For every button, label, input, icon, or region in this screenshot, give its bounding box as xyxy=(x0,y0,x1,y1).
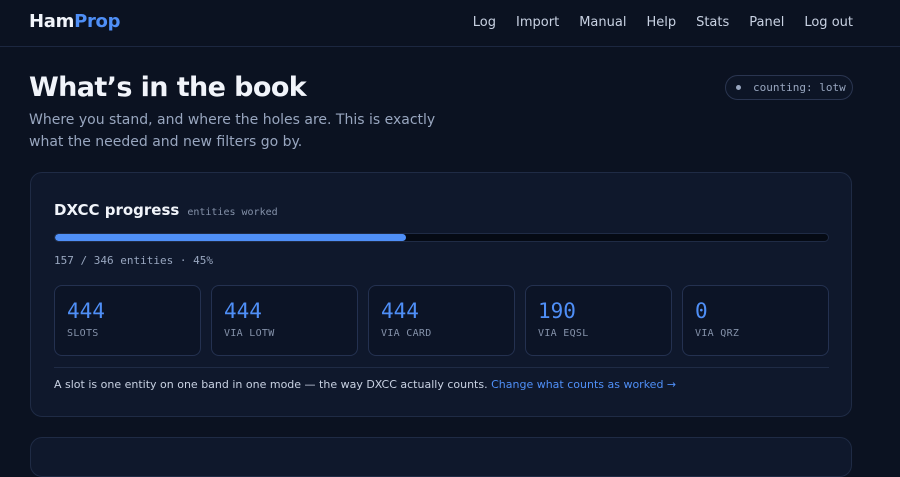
nav-link-import[interactable]: Import xyxy=(516,15,559,30)
dxcc-note-text: A slot is one entity on one band in one … xyxy=(54,378,488,391)
dxcc-progress-bar xyxy=(54,233,829,242)
nav-link-panel[interactable]: Panel xyxy=(749,15,784,30)
stat-value: 0 xyxy=(695,299,708,323)
top-nav: HamProp Log Import Manual Help Stats Pan… xyxy=(0,0,900,47)
next-card xyxy=(30,437,852,477)
stat-value: 444 xyxy=(224,299,262,323)
dxcc-card: DXCC progress entities worked 157 / 346 … xyxy=(30,172,852,417)
stat-label: VIA CARD xyxy=(381,328,432,339)
dxcc-card-header: DXCC progress entities worked xyxy=(54,201,278,219)
stat-label: VIA QRZ xyxy=(695,328,740,339)
stat-slots: 444 SLOTS xyxy=(54,285,201,356)
brand-ham: Ham xyxy=(29,11,75,32)
stat-label: VIA EQSL xyxy=(538,328,589,339)
stat-via-eqsl: 190 VIA EQSL xyxy=(525,285,672,356)
stat-via-card: 444 VIA CARD xyxy=(368,285,515,356)
dxcc-card-tag: entities worked xyxy=(187,207,278,218)
nav-link-manual[interactable]: Manual xyxy=(579,15,626,30)
dot-icon xyxy=(736,85,741,90)
stat-via-qrz: 0 VIA QRZ xyxy=(682,285,829,356)
nav-link-logout[interactable]: Log out xyxy=(804,15,853,30)
page-subtitle: Where you stand, and where the holes are… xyxy=(29,112,436,150)
stat-value: 444 xyxy=(381,299,419,323)
brand-prop: Prop xyxy=(74,11,121,32)
change-counting-link[interactable]: Change what counts as worked → xyxy=(491,378,676,391)
stat-via-lotw: 444 VIA LOTW xyxy=(211,285,358,356)
card-divider xyxy=(54,367,829,368)
stat-label: SLOTS xyxy=(67,328,99,339)
page-title: What’s in the book xyxy=(29,72,307,103)
brand-logo[interactable]: HamProp xyxy=(29,11,121,32)
dxcc-progress-text: 157 / 346 entities · 45% xyxy=(54,254,213,267)
nav-link-stats[interactable]: Stats xyxy=(696,15,729,30)
nav-link-help[interactable]: Help xyxy=(646,15,676,30)
stat-value: 190 xyxy=(538,299,576,323)
nav-links: Log Import Manual Help Stats Panel Log o… xyxy=(453,15,853,30)
dxcc-note: A slot is one entity on one band in one … xyxy=(54,378,676,391)
counting-pill-label: counting: lotw xyxy=(753,81,846,94)
stat-value: 444 xyxy=(67,299,105,323)
stat-label: VIA LOTW xyxy=(224,328,275,339)
dxcc-progress-fill xyxy=(55,234,406,241)
dxcc-card-title: DXCC progress xyxy=(54,201,180,219)
dxcc-stats: 444 SLOTS 444 VIA LOTW 444 VIA CARD 190 … xyxy=(54,285,829,356)
counting-pill[interactable]: counting: lotw xyxy=(725,75,853,100)
nav-link-log[interactable]: Log xyxy=(473,15,496,30)
